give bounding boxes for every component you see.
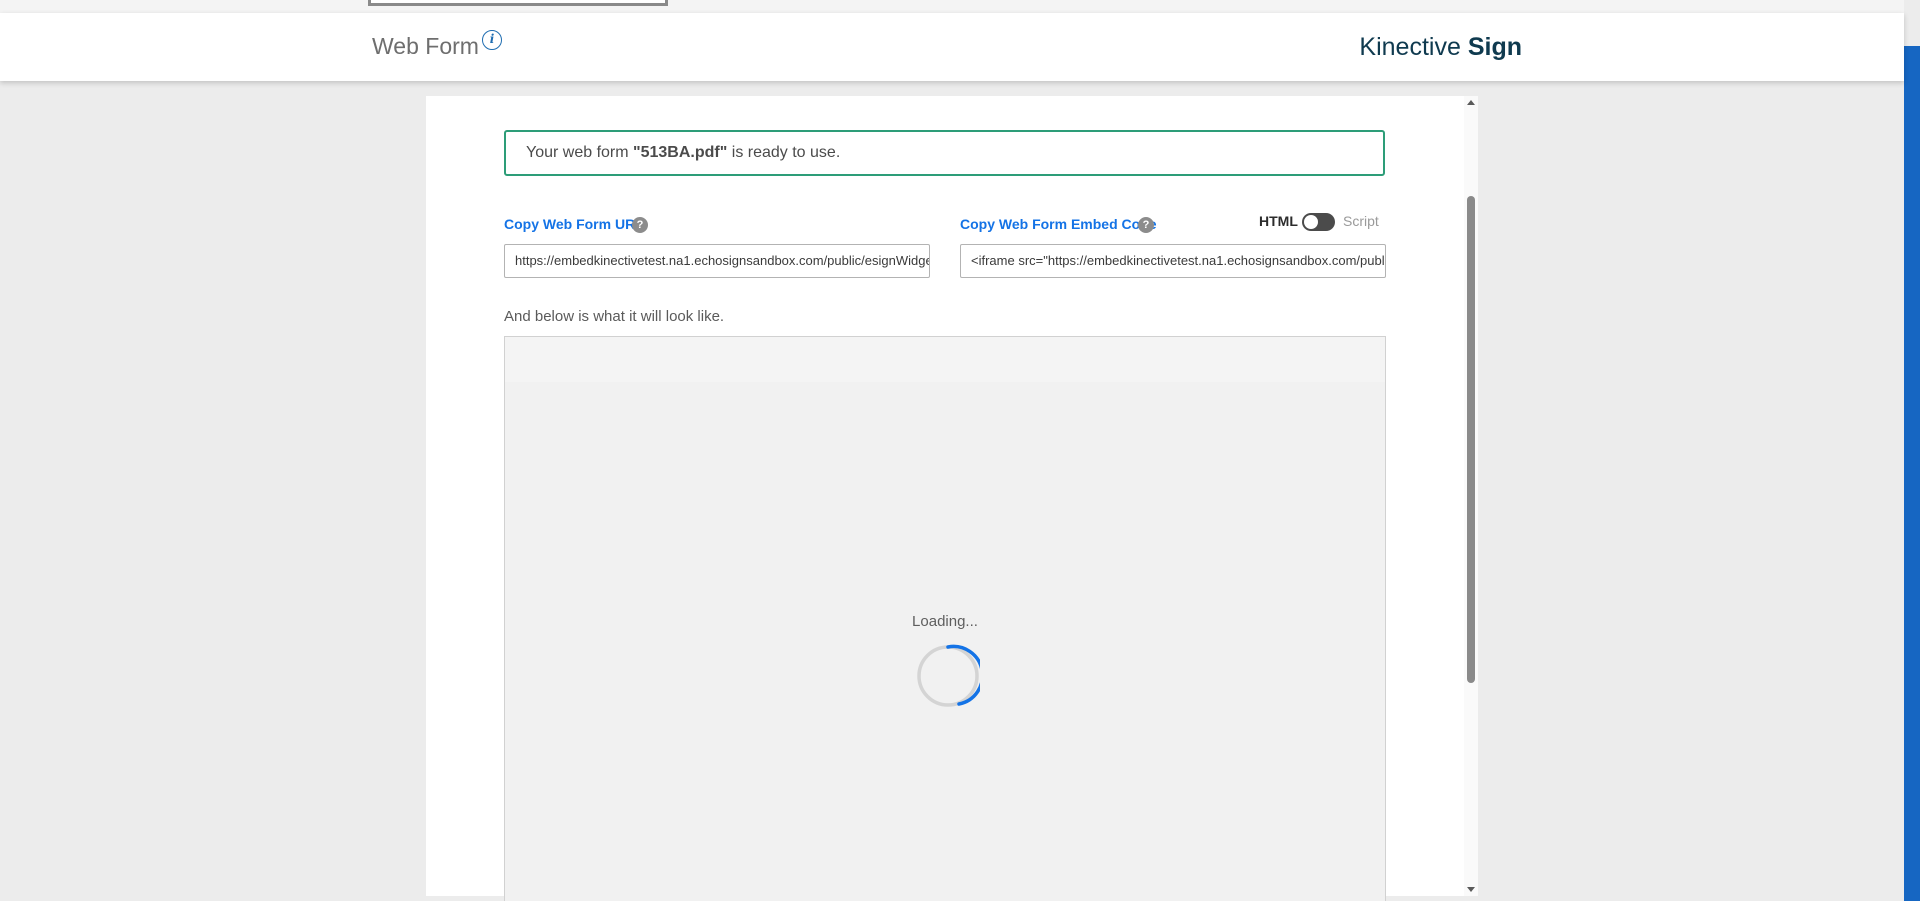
app-header: Web Form i Kinective Sign bbox=[0, 13, 1904, 81]
success-filename: "513BA.pdf" bbox=[633, 144, 728, 161]
success-suffix: is ready to use. bbox=[727, 144, 841, 161]
url-help-icon[interactable]: ? bbox=[632, 217, 648, 233]
form-preview-frame: Loading... bbox=[504, 336, 1386, 901]
loading-spinner-icon bbox=[917, 644, 980, 707]
loading-text: Loading... bbox=[912, 613, 978, 630]
partial-top-element bbox=[368, 0, 668, 6]
panel-scrollbar[interactable] bbox=[1464, 96, 1478, 896]
preview-caption: And below is what it will look like. bbox=[504, 308, 725, 325]
brand-logo: Kinective Sign bbox=[1359, 33, 1522, 62]
toggle-script-label: Script bbox=[1343, 213, 1379, 229]
side-accent-strip bbox=[1904, 46, 1920, 901]
preview-top-band bbox=[505, 337, 1385, 382]
toggle-knob bbox=[1304, 215, 1318, 229]
top-strip bbox=[0, 0, 1904, 13]
web-form-panel: Your web form "513BA.pdf" is ready to us… bbox=[426, 96, 1478, 901]
brand-name-bold: Sign bbox=[1467, 33, 1522, 61]
scroll-up-arrow-icon[interactable] bbox=[1467, 100, 1475, 105]
success-message: Your web form "513BA.pdf" is ready to us… bbox=[504, 130, 1385, 176]
embed-help-icon[interactable]: ? bbox=[1138, 217, 1154, 233]
scroll-thumb[interactable] bbox=[1467, 196, 1475, 683]
web-form-url-field[interactable]: https://embedkinectivetest.na1.echosigns… bbox=[504, 244, 930, 278]
success-prefix: Your web form bbox=[526, 144, 634, 161]
info-icon[interactable]: i bbox=[482, 30, 502, 50]
scroll-down-arrow-icon[interactable] bbox=[1467, 887, 1475, 892]
brand-name-light: Kinective bbox=[1359, 33, 1461, 61]
embed-code-field[interactable]: <iframe src="https://embedkinectivetest.… bbox=[960, 244, 1386, 278]
page-title: Web Form bbox=[372, 33, 479, 59]
copy-embed-label[interactable]: Copy Web Form Embed Code bbox=[960, 216, 1157, 232]
toggle-html-label: HTML bbox=[1259, 213, 1298, 229]
copy-url-label[interactable]: Copy Web Form URL bbox=[504, 216, 644, 232]
embed-format-toggle[interactable] bbox=[1302, 213, 1335, 231]
